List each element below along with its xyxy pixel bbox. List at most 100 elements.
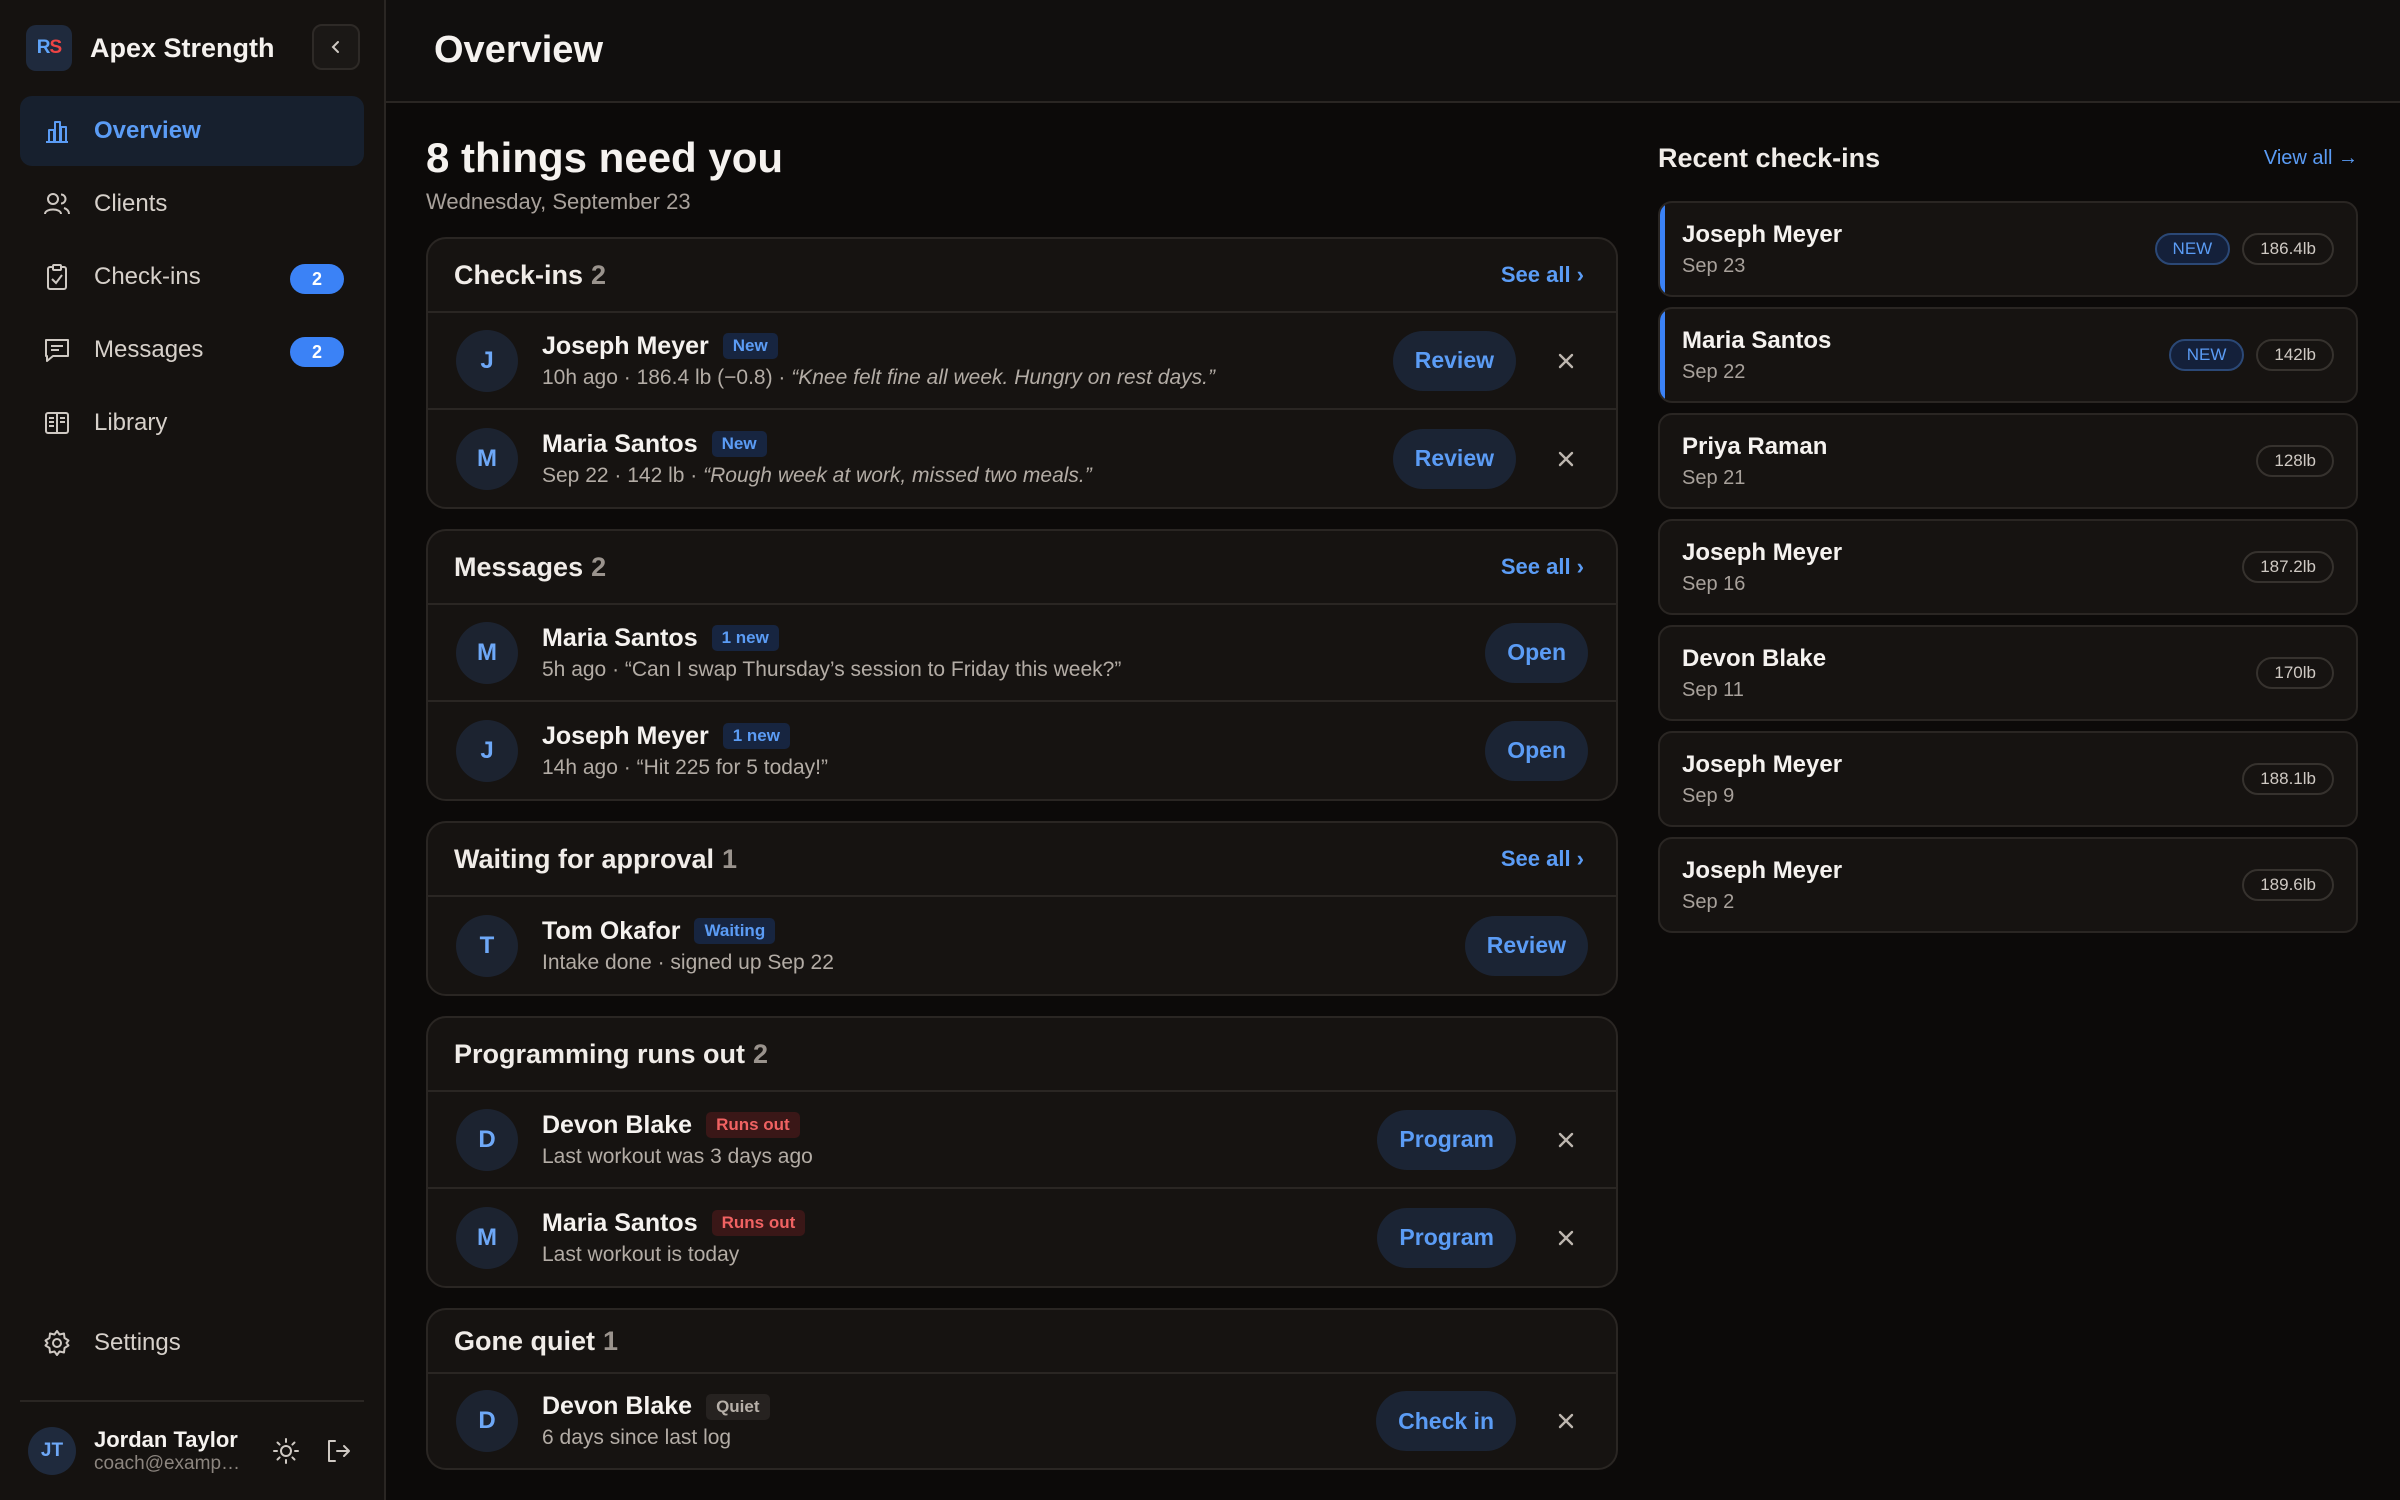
user-profile: JT Jordan Taylor coach@example.com: [20, 1400, 364, 1500]
messages-card: Messages 2 See all › M Maria Santos 1 new …: [426, 529, 1618, 802]
recent-check-in-item[interactable]: Maria Santos Sep 22 NEW 142lb: [1658, 307, 2358, 403]
close-icon: [1558, 1414, 1574, 1429]
recent-check-in-item[interactable]: Priya Raman Sep 21 128lb: [1658, 413, 2358, 509]
summary-date: Wednesday, September 23: [426, 189, 691, 215]
recent-check-in-item[interactable]: Joseph Meyer Sep 9 188.1lb: [1658, 731, 2358, 827]
recent-check-in-item[interactable]: Devon Blake Sep 11 170lb: [1658, 625, 2358, 721]
review-button[interactable]: Review: [1392, 428, 1516, 489]
messages-count-badge: 2: [290, 337, 344, 367]
dismiss-button[interactable]: [1544, 1118, 1588, 1162]
check-in-date: Sep 9: [1682, 784, 1735, 807]
client-name: Joseph Meyer: [1682, 856, 1843, 884]
book-icon: [45, 412, 69, 434]
card-title: Check-ins 2: [454, 259, 607, 290]
status-badge: Runs out: [711, 1210, 806, 1237]
sidebar-item-label: Check-ins: [94, 263, 201, 290]
check-in-date: Sep 22: [1682, 360, 1746, 383]
status-badge: New: [711, 431, 767, 458]
avatar: JT: [28, 1427, 76, 1475]
client-name: Devon Blake: [1682, 644, 1827, 672]
sidebar-item-label: Library: [94, 409, 168, 436]
logout-button[interactable]: [320, 1433, 356, 1469]
recent-title: Recent check-ins: [1658, 142, 1881, 173]
sidebar-item-messages[interactable]: Messages 2: [20, 315, 364, 385]
sidebar-item-library[interactable]: Library: [20, 388, 364, 458]
theme-toggle-button[interactable]: [268, 1433, 304, 1469]
row-detail: 14h ago · “Hit 225 for 5 today!”: [542, 755, 828, 779]
program-button[interactable]: Program: [1377, 1109, 1516, 1170]
see-all-link[interactable]: See all ›: [1501, 262, 1584, 288]
row-detail: 5h ago · “Can I swap Thursday’s session …: [542, 657, 1122, 681]
open-button[interactable]: Open: [1485, 622, 1588, 683]
weight-badge: 189.6lb: [2242, 869, 2334, 901]
open-button[interactable]: Open: [1485, 720, 1588, 781]
client-name: Tom Okafor: [542, 916, 681, 945]
list-item: J Joseph Meyer 1 new 14h ago · “Hit 225 f…: [428, 702, 1616, 799]
status-badge: New: [722, 333, 778, 360]
recent-header: Recent check-ins View all →: [1658, 133, 2358, 183]
row-body: Maria Santos New Sep 22 · 142 lb · “Rough…: [542, 430, 1393, 488]
avatar: J: [456, 719, 518, 782]
content: 8 things need you Wednesday, September 2…: [386, 103, 2400, 1490]
program-button[interactable]: Program: [1377, 1207, 1516, 1268]
close-icon: [1558, 1132, 1574, 1148]
sidebar-item-settings[interactable]: Settings: [0, 1308, 384, 1378]
row-detail: 6 days since last log: [542, 1426, 732, 1450]
approval-card: Waiting for approval 1 See all › T Tom Ok…: [426, 821, 1618, 997]
sidebar-item-overview[interactable]: Overview: [20, 96, 364, 166]
sidebar-footer: Settings JT Jordan Taylor coach@example.…: [0, 1308, 384, 1500]
row-body: Joseph Meyer New 10h ago · 186.4 lb (−0.8…: [542, 332, 1393, 390]
list-item: D Devon Blake Quiet 6 days since last log…: [428, 1374, 1616, 1468]
collapse-sidebar-button[interactable]: [312, 24, 360, 70]
check-in-button[interactable]: Check in: [1376, 1391, 1516, 1452]
sidebar-item-label: Clients: [94, 190, 168, 217]
row-body: Devon Blake Quiet 6 days since last log: [542, 1392, 1376, 1450]
user-info: Jordan Taylor coach@example.com: [94, 1427, 252, 1475]
dismiss-button[interactable]: [1544, 339, 1588, 383]
users-icon: [44, 193, 70, 215]
review-button[interactable]: Review: [1464, 915, 1588, 976]
check-ins-card: Check-ins 2 See all › J Joseph Meyer New 1…: [426, 237, 1618, 510]
brand-logo: RS: [26, 25, 72, 71]
message-icon: [45, 339, 69, 362]
client-name: Joseph Meyer: [542, 721, 709, 750]
client-name: Maria Santos: [1682, 326, 1832, 354]
weight-badge: 188.1lb: [2242, 763, 2334, 795]
see-all-link[interactable]: See all ›: [1501, 554, 1584, 580]
row-body: Tom Okafor Waiting Intake done · signed u…: [542, 917, 1465, 975]
check-ins-count-badge: 2: [290, 264, 344, 294]
row-body: Maria Santos Runs out Last workout is tod…: [542, 1209, 1377, 1267]
recent-check-in-item[interactable]: Joseph Meyer Sep 2 189.6lb: [1658, 837, 2358, 933]
dismiss-button[interactable]: [1544, 1216, 1588, 1260]
logout-icon: [328, 1440, 350, 1462]
weight-badge: 128lb: [2256, 445, 2334, 477]
avatar: D: [456, 1108, 518, 1171]
user-name: Jordan Taylor: [94, 1427, 238, 1452]
gone-quiet-card: Gone quiet 1 D Devon Blake Quiet 6 days si…: [426, 1308, 1618, 1471]
card-title: Waiting for approval 1: [454, 843, 738, 874]
client-name: Joseph Meyer: [542, 331, 709, 360]
card-count: 1: [603, 1325, 619, 1356]
recent-check-in-item[interactable]: Joseph Meyer Sep 16 187.2lb: [1658, 519, 2358, 615]
new-badge: NEW: [2168, 339, 2245, 371]
dismiss-button[interactable]: [1544, 1399, 1588, 1443]
card-count: 1: [722, 843, 738, 874]
sidebar-item-clients[interactable]: Clients: [20, 169, 364, 239]
list-item: M Maria Santos New Sep 22 · 142 lb · “Rou…: [428, 410, 1616, 507]
sidebar-item-check-ins[interactable]: Check-ins 2: [20, 242, 364, 312]
row-detail: Last workout is today: [542, 1242, 740, 1266]
card-header: Check-ins 2 See all ›: [428, 239, 1616, 314]
dismiss-button[interactable]: [1544, 437, 1588, 481]
card-title: Messages 2: [454, 551, 607, 582]
see-all-link[interactable]: See all ›: [1501, 846, 1584, 872]
recent-check-in-item[interactable]: Joseph Meyer Sep 23 NEW 186.4lb: [1658, 201, 2358, 297]
view-all-link[interactable]: View all →: [2264, 147, 2358, 170]
row-body: Joseph Meyer 1 new 14h ago · “Hit 225 for…: [542, 722, 1485, 780]
avatar: J: [456, 329, 518, 392]
card-count: 2: [753, 1038, 769, 1069]
review-button[interactable]: Review: [1392, 330, 1516, 391]
client-name: Maria Santos: [542, 1208, 698, 1237]
settings-label: Settings: [94, 1329, 181, 1356]
list-item: J Joseph Meyer New 10h ago · 186.4 lb (−0…: [428, 313, 1616, 411]
client-name: Joseph Meyer: [1682, 220, 1843, 248]
